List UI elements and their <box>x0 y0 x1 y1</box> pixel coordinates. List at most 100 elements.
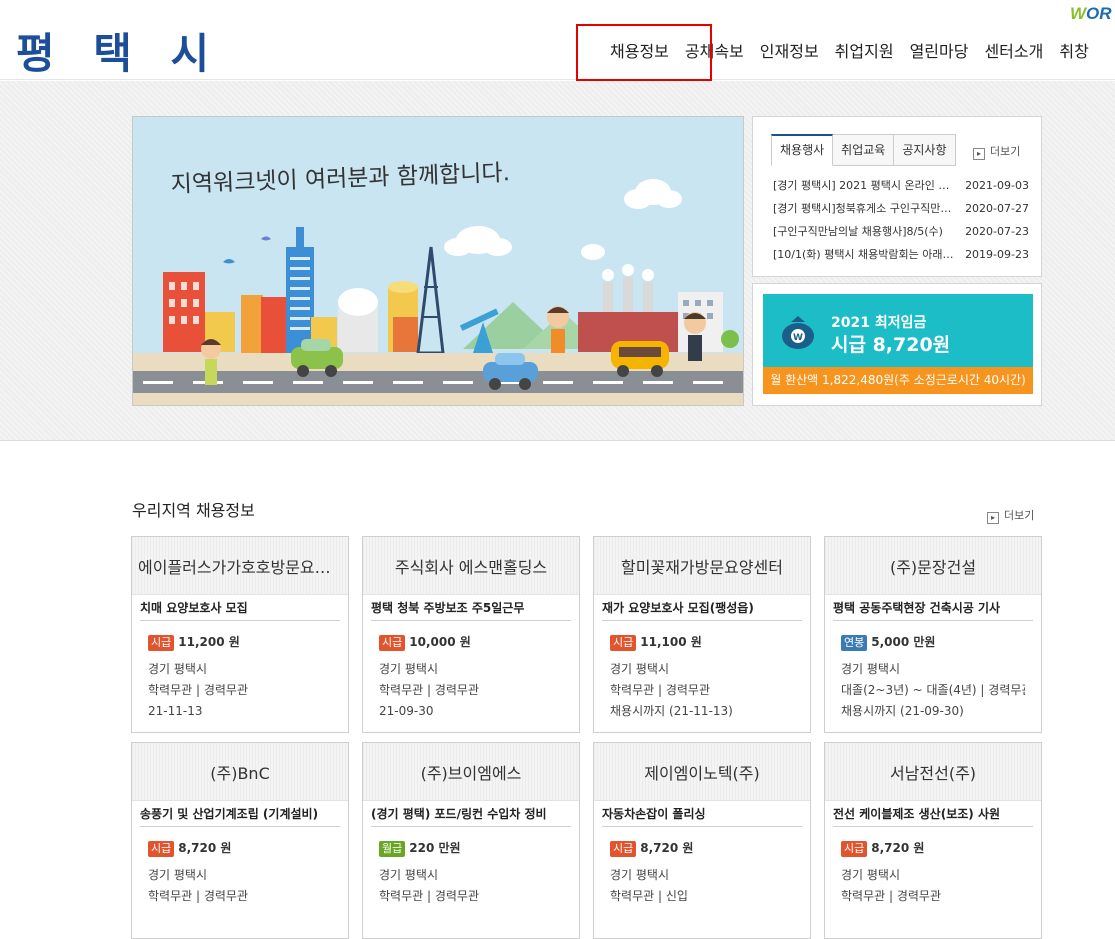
job-company: 서남전선(주) <box>825 743 1041 801</box>
notice-more-link[interactable]: ▸ 더보기 <box>973 143 1020 160</box>
job-card[interactable]: 제이엠이노텍(주) 자동차손잡이 폴리싱 시급 8,720 원 경기 평택시 학력… <box>593 742 811 939</box>
min-wage-top: W 2021 최저임금 시급 8,720원 <box>763 294 1033 367</box>
job-requirements: 대졸(2~3년) ~ 대졸(4년) | 경력무관 <box>841 683 1025 697</box>
notice-title[interactable]: [10/1(화) 평택시 채용박람회는 아래와 같이 <box>773 247 955 270</box>
job-company: (주)문장건설 <box>825 537 1041 595</box>
pay-type-badge: 시급 <box>148 841 175 857</box>
job-title: 송풍기 및 산업기계조립 (기계설비) <box>140 801 340 827</box>
job-location: 경기 평택시 <box>148 662 208 676</box>
nav-item-center-intro[interactable]: 센터소개 <box>984 38 1043 62</box>
job-location: 경기 평택시 <box>610 662 670 676</box>
notice-date: 2020-07-27 <box>965 202 1029 215</box>
job-company: 할미꽃재가방문요양센터 <box>594 537 810 595</box>
jobs-more-link[interactable]: ▸ 더보기 <box>987 507 1034 524</box>
job-requirements: 학력무관 | 경력무관 <box>379 683 479 697</box>
job-card[interactable]: (주)브이엠에스 (경기 평택) 포드/링컨 수입차 정비 월급 220 만원 경… <box>362 742 580 939</box>
pay-type-badge: 시급 <box>610 635 637 651</box>
job-title: 재가 요양보호사 모집(팽성읍) <box>602 595 802 621</box>
notice-title[interactable]: [경기 평택시] 2021 평택시 온라인 채용박람회 <box>773 178 955 201</box>
job-pay: 연봉 5,000 만원 <box>841 632 1025 652</box>
job-location: 경기 평택시 <box>148 868 208 882</box>
chevron-right-icon: ▸ <box>973 148 985 160</box>
job-deadline: 채용시까지 (21-09-30) <box>841 704 964 718</box>
notice-date: 2020-07-23 <box>965 225 1029 238</box>
main-nav: 채용정보 공채속보 인재정보 취업지원 열린마당 센터소개 취창 <box>610 38 1105 62</box>
min-wage-banner[interactable]: W 2021 최저임금 시급 8,720원 월 환산액 1,822,480원(주… <box>752 283 1042 406</box>
job-card[interactable]: 주식회사 에스맨홀딩스 평택 청북 주방보조 주5일근무 시급 10,000 원 … <box>362 536 580 733</box>
job-card[interactable]: 서남전선(주) 전선 케이블제조 생산(보조) 사원 시급 8,720 원 경기 … <box>824 742 1042 939</box>
pay-amount: 8,720 원 <box>640 841 694 855</box>
list-item[interactable]: [경기 평택시] 2021 평택시 온라인 채용박람회 2021-09-03 <box>773 178 1029 201</box>
job-card[interactable]: 에이플러스가가호호방문요양센터 치매 요양보호사 모집 시급 11,200 원 경… <box>131 536 349 733</box>
pay-amount: 220 만원 <box>409 841 461 855</box>
site-logo[interactable]: 평 택 시 <box>16 20 221 81</box>
pay-type-badge: 시급 <box>379 635 406 651</box>
job-card[interactable]: (주)문장건설 평택 공동주택현장 건축시공 기사 연봉 5,000 만원 경기 … <box>824 536 1042 733</box>
notice-date: 2021-09-03 <box>965 179 1029 192</box>
job-title: 자동차손잡이 폴리싱 <box>602 801 802 827</box>
job-pay: 월급 220 만원 <box>379 838 563 858</box>
notice-date: 2019-09-23 <box>965 248 1029 261</box>
job-title: 평택 청북 주방보조 주5일근무 <box>371 595 571 621</box>
job-requirements: 학력무관 | 경력무관 <box>379 889 479 903</box>
list-item[interactable]: [구인구직만남의날 채용행사]8/5(수) 2020-07-23 <box>773 224 1029 247</box>
job-requirements: 학력무관 | 경력무관 <box>841 889 941 903</box>
notice-panel: 채용행사 취업교육 공지사항 ▸ 더보기 [경기 평택시] 2021 평택시 온라… <box>752 116 1042 277</box>
nav-item-employment-support[interactable]: 취업지원 <box>835 38 894 62</box>
city-illustration: 지역워크넷이 여러분과 함께합니다. <box>133 117 743 405</box>
pay-amount: 10,000 원 <box>409 635 471 649</box>
nav-item-talent[interactable]: 인재정보 <box>760 38 819 62</box>
jobs-more-label: 더보기 <box>1004 509 1035 522</box>
chevron-right-icon: ▸ <box>987 512 999 524</box>
job-location: 경기 평택시 <box>379 662 439 676</box>
tab-recruit-events[interactable]: 채용행사 <box>771 134 834 166</box>
pay-amount: 8,720 원 <box>871 841 925 855</box>
job-company: 주식회사 에스맨홀딩스 <box>363 537 579 595</box>
job-location: 경기 평택시 <box>841 868 901 882</box>
tab-notices[interactable]: 공지사항 <box>894 134 956 166</box>
worknet-logo-w: W <box>1070 4 1087 23</box>
site-header: 평 택 시 WOR 채용정보 공채속보 인재정보 취업지원 열린마당 센터소개 … <box>0 0 1115 81</box>
svg-text:W: W <box>793 333 803 343</box>
job-company: 제이엠이노텍(주) <box>594 743 810 801</box>
job-card[interactable]: (주)BnC 송풍기 및 산업기계조립 (기계설비) 시급 8,720 원 경기 … <box>131 742 349 939</box>
nav-item-public-recruit[interactable]: 공채속보 <box>685 38 744 62</box>
notice-title[interactable]: [구인구직만남의날 채용행사]8/5(수) <box>773 224 955 247</box>
job-location: 경기 평택시 <box>841 662 901 676</box>
list-item[interactable]: [10/1(화) 평택시 채용박람회는 아래와 같이 2019-09-23 <box>773 247 1029 270</box>
nav-item-jobs[interactable]: 채용정보 <box>610 38 669 62</box>
list-item[interactable]: [경기 평택시]청북휴게소 구인구직만남의 날 2020-07-27 <box>773 201 1029 224</box>
job-pay: 시급 10,000 원 <box>379 632 563 652</box>
job-company: (주)BnC <box>132 743 348 801</box>
job-card-grid: 에이플러스가가호호방문요양센터 치매 요양보호사 모집 시급 11,200 원 경… <box>131 536 1043 939</box>
notice-list: [경기 평택시] 2021 평택시 온라인 채용박람회 2021-09-03 [경… <box>773 178 1029 270</box>
hero-banner[interactable]: 지역워크넷이 여러분과 함께합니다. <box>132 116 744 406</box>
pay-type-badge: 연봉 <box>841 635 868 651</box>
job-title: 평택 공동주택현장 건축시공 기사 <box>833 595 1033 621</box>
job-requirements: 학력무관 | 경력무관 <box>610 683 710 697</box>
pay-type-badge: 시급 <box>841 841 868 857</box>
job-card[interactable]: 할미꽃재가방문요양센터 재가 요양보호사 모집(팽성읍) 시급 11,100 원 … <box>593 536 811 733</box>
tab-job-training[interactable]: 취업교육 <box>833 134 895 166</box>
job-pay: 시급 8,720 원 <box>841 838 1025 858</box>
nav-item-startup[interactable]: 취창 <box>1059 38 1088 62</box>
nav-item-open-forum[interactable]: 열린마당 <box>910 38 969 62</box>
pay-type-badge: 시급 <box>148 635 175 651</box>
notice-title[interactable]: [경기 평택시]청북휴게소 구인구직만남의 날 <box>773 201 955 224</box>
money-bag-icon: W <box>782 316 814 349</box>
worknet-logo[interactable]: WOR <box>1070 4 1112 24</box>
job-company: (주)브이엠에스 <box>363 743 579 801</box>
job-title: 전선 케이블제조 생산(보조) 사원 <box>833 801 1033 827</box>
job-title: (경기 평택) 포드/링컨 수입차 정비 <box>371 801 571 827</box>
pay-type-badge: 시급 <box>610 841 637 857</box>
pay-amount: 5,000 만원 <box>871 635 936 649</box>
job-company: 에이플러스가가호호방문요양센터 <box>132 537 348 595</box>
job-pay: 시급 8,720 원 <box>148 838 332 858</box>
min-wage-title: 2021 최저임금 <box>831 315 927 331</box>
worknet-logo-text: OR <box>1086 4 1112 23</box>
min-wage-monthly: 월 환산액 1,822,480원(주 소정근로시간 40시간) <box>763 367 1033 394</box>
min-wage-value: 시급 8,720원 <box>831 334 951 356</box>
job-location: 경기 평택시 <box>610 868 670 882</box>
job-pay: 시급 11,100 원 <box>610 632 794 652</box>
job-location: 경기 평택시 <box>379 868 439 882</box>
